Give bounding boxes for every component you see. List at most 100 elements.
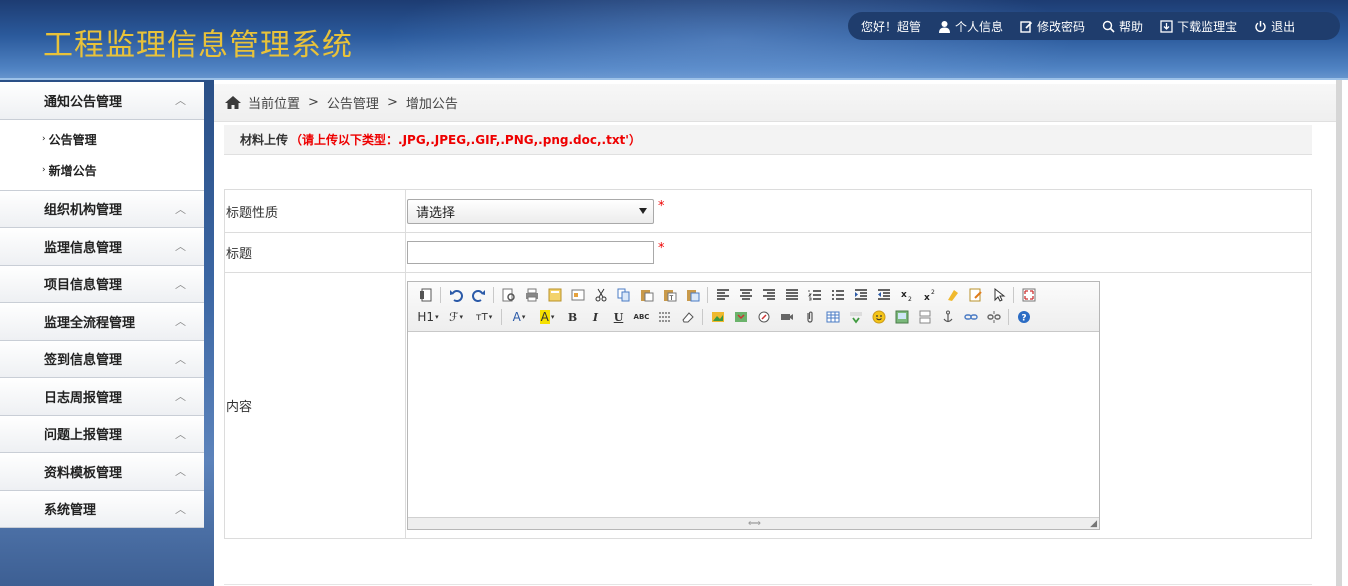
preview-icon[interactable]	[497, 285, 520, 305]
clear-format-icon[interactable]	[941, 285, 964, 305]
font-color-dropdown[interactable]: A ▾	[505, 307, 533, 327]
editor-statusbar: ⟺ ◢	[408, 517, 1099, 529]
print-icon[interactable]	[520, 285, 543, 305]
insert-multi-image-icon[interactable]	[729, 307, 752, 327]
user-icon	[939, 20, 951, 33]
breadcrumb-current: 当前位置	[248, 97, 301, 112]
font-family-label: ℱ	[449, 310, 459, 324]
menu-templates[interactable]: 资料模板管理 ︿	[0, 453, 204, 491]
subscript-icon[interactable]: x2	[895, 285, 918, 305]
nav-change-password[interactable]: 修改密码	[1020, 18, 1085, 35]
attachment-icon[interactable]	[798, 307, 821, 327]
bg-color-dropdown[interactable]: A ▾	[533, 307, 561, 327]
title-input[interactable]	[407, 241, 654, 264]
user-toolbar: 您好！超管 个人信息 修改密码 帮助 下载监理宝 退出	[848, 12, 1340, 40]
format-painter-icon[interactable]	[964, 285, 987, 305]
type-field-cell: 请选择 *	[405, 189, 1312, 233]
nav-logout[interactable]: 退出	[1254, 18, 1295, 35]
strikethrough-button[interactable]: ABC	[630, 307, 653, 327]
insert-table-icon[interactable]	[821, 307, 844, 327]
heading-dropdown[interactable]: H1 ▾	[414, 307, 442, 327]
svg-text:T: T	[668, 295, 673, 302]
help-icon[interactable]: ?	[1012, 307, 1035, 327]
nav-profile[interactable]: 个人信息	[938, 18, 1003, 35]
menu-checkin[interactable]: 签到信息管理 ︿	[0, 340, 204, 378]
italic-button[interactable]: I	[584, 307, 607, 327]
menu-notice[interactable]: 通知公告管理 ︿	[0, 82, 204, 120]
page-break-icon[interactable]	[913, 307, 936, 327]
font-size-dropdown[interactable]: тT ▾	[470, 307, 498, 327]
insert-flash-icon[interactable]	[752, 307, 775, 327]
menu-label: 系统管理	[44, 503, 97, 519]
sidebar-item-add-notice[interactable]: › 新增公告	[0, 155, 204, 186]
align-right-icon[interactable]	[757, 285, 780, 305]
nav-profile-label: 个人信息	[955, 19, 1004, 34]
unordered-list-icon[interactable]	[826, 285, 849, 305]
template-icon[interactable]	[543, 285, 566, 305]
paste-text-icon[interactable]: T	[658, 285, 681, 305]
undo-icon[interactable]	[444, 285, 467, 305]
emoticon-icon[interactable]	[867, 307, 890, 327]
source-code-icon[interactable]	[414, 285, 437, 305]
menu-label: 资料模板管理	[44, 465, 123, 481]
paste-icon[interactable]	[635, 285, 658, 305]
align-center-icon[interactable]	[734, 285, 757, 305]
svg-text:x: x	[924, 293, 930, 302]
menu-full-process[interactable]: 监理全流程管理 ︿	[0, 303, 204, 341]
align-justify-icon[interactable]	[780, 285, 803, 305]
page-scrollbar[interactable]	[1336, 80, 1342, 586]
toolbar-separator	[1008, 309, 1009, 325]
menu-log-weekly[interactable]: 日志周报管理 ︿	[0, 378, 204, 416]
nav-download[interactable]: 下载监理宝	[1160, 18, 1237, 35]
breadcrumb-notice-manage[interactable]: 公告管理	[327, 93, 379, 112]
outdent-icon[interactable]	[872, 285, 895, 305]
menu-issue-report[interactable]: 问题上报管理 ︿	[0, 415, 204, 453]
title-label: 标题	[224, 232, 406, 273]
nav-help[interactable]: 帮助	[1102, 18, 1143, 35]
menu-system[interactable]: 系统管理 ︿	[0, 490, 204, 528]
insert-code-icon[interactable]	[844, 307, 867, 327]
menu-label: 日志周报管理	[44, 390, 123, 406]
paste-word-icon[interactable]	[681, 285, 704, 305]
fullscreen-icon[interactable]	[1017, 285, 1040, 305]
eraser-icon[interactable]	[676, 307, 699, 327]
sidebar-item-notice-manage[interactable]: › 公告管理	[0, 124, 204, 155]
insert-map-icon[interactable]	[890, 307, 913, 327]
horizontal-rule-icon[interactable]	[653, 307, 676, 327]
code-icon[interactable]	[566, 285, 589, 305]
unlink-icon[interactable]	[982, 307, 1005, 327]
chevron-up-icon: ︿	[175, 240, 186, 254]
nav-help-label: 帮助	[1119, 19, 1144, 34]
greeting: 您好！超管	[861, 18, 921, 35]
ordered-list-icon[interactable]	[803, 285, 826, 305]
dropdown-arrow-icon	[639, 208, 647, 214]
link-icon[interactable]	[959, 307, 982, 327]
menu-supervision-info[interactable]: 监理信息管理 ︿	[0, 228, 204, 266]
type-select[interactable]: 请选择	[407, 198, 654, 224]
underline-button[interactable]: U	[607, 307, 630, 327]
menu-label: 问题上报管理	[44, 428, 123, 444]
chevron-up-icon: ︿	[175, 465, 186, 479]
editor-content-area[interactable]	[408, 332, 1099, 517]
align-left-icon[interactable]	[711, 285, 734, 305]
menu-organization[interactable]: 组织机构管理 ︿	[0, 190, 204, 228]
chevron-up-icon: ︿	[175, 277, 186, 291]
font-family-dropdown[interactable]: ℱ ▾	[442, 307, 470, 327]
type-select-value: 请选择	[416, 205, 456, 221]
bold-button[interactable]: B	[561, 307, 584, 327]
cut-icon[interactable]	[589, 285, 612, 305]
select-all-icon[interactable]	[987, 285, 1010, 305]
superscript-icon[interactable]: x2	[918, 285, 941, 305]
greeting-text: 您好！超管	[861, 19, 922, 34]
resize-handle-icon[interactable]: ◢	[1090, 519, 1097, 529]
drag-handle-icon[interactable]: ⟺	[748, 519, 761, 529]
insert-media-icon[interactable]	[775, 307, 798, 327]
indent-icon[interactable]	[849, 285, 872, 305]
menu-project-info[interactable]: 项目信息管理 ︿	[0, 265, 204, 303]
copy-icon[interactable]	[612, 285, 635, 305]
form-row-content: 内容 T x 2 x 2 H1 ▾ ℱ ▾ тT ▾ A ▾ A ▾ B I U…	[224, 272, 1312, 539]
toolbar-separator	[493, 287, 494, 303]
anchor-icon[interactable]	[936, 307, 959, 327]
redo-icon[interactable]	[467, 285, 490, 305]
insert-image-icon[interactable]	[706, 307, 729, 327]
